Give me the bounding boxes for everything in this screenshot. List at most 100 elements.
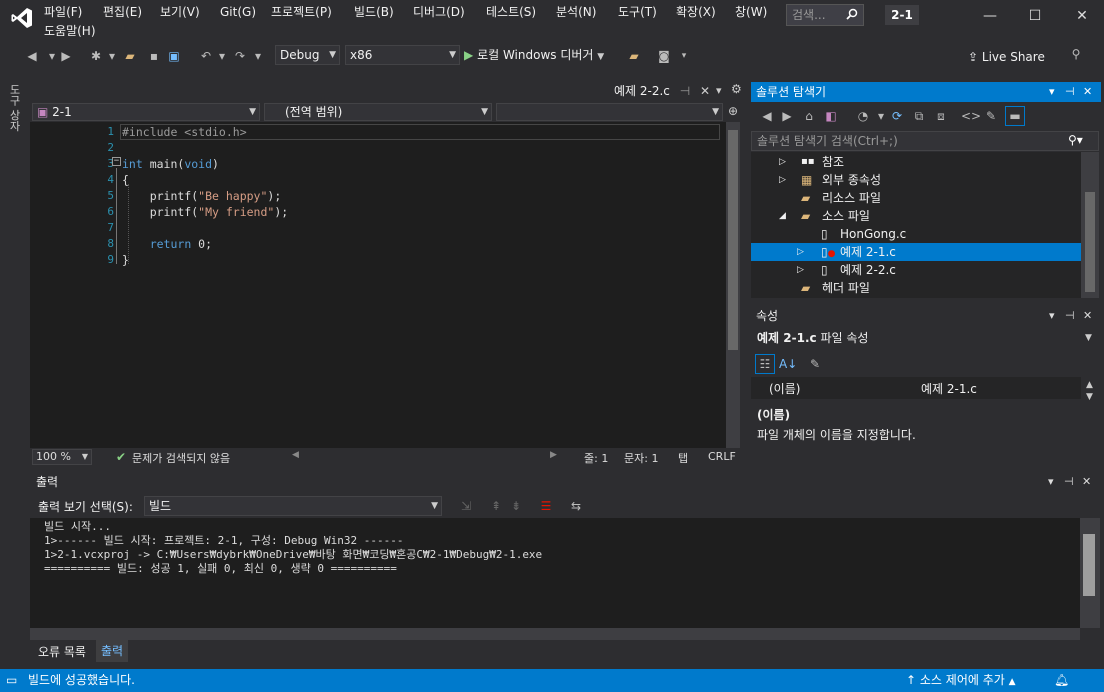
open-folder-icon[interactable]: ▰ [122,48,138,64]
close-icon[interactable]: ✕ [1082,472,1091,492]
find-message-icon[interactable]: ⇲ [458,498,474,514]
forward-icon[interactable]: ▶ [779,108,795,124]
menu-edit[interactable]: 편집(E) [103,3,142,21]
scroll-thumb[interactable] [1083,534,1095,596]
collapse-icon[interactable]: − [112,157,121,166]
menu-git[interactable]: Git(G) [220,3,256,21]
properties-object-select[interactable]: 예제 2-1.c 파일 속성 ▼ [751,327,1101,349]
expand-icon[interactable]: ▷ [797,261,804,279]
tab-example-2-2[interactable]: 예제 2-2.c ⊣ ✕ [610,82,715,100]
eol-indicator[interactable]: CRLF [708,450,736,463]
add-to-source-control-button[interactable]: ↑ 소스 제어에 추가 ▲ [906,669,1016,692]
back-icon[interactable]: ◀ [759,108,775,124]
menu-test[interactable]: 테스트(S) [486,3,536,21]
menu-tools[interactable]: 도구(T) [618,3,657,21]
close-icon[interactable]: ✕ [1083,82,1092,102]
output-horizontal-scrollbar[interactable] [30,628,1080,640]
close-icon[interactable]: ✕ [700,84,710,98]
output-source-select[interactable]: 빌드 ▼ [144,496,442,516]
menu-debug[interactable]: 디버그(D) [413,3,465,21]
expand-icon[interactable]: ▷ [779,153,786,171]
output-vertical-scrollbar[interactable] [1080,518,1100,628]
preview-icon[interactable]: ▬ [1005,106,1025,126]
tab-output[interactable]: 출력 [96,640,129,662]
feedback-icon[interactable]: ⚲ [1068,46,1084,62]
tree-item-header-files[interactable]: ▰ 헤더 파일 [751,279,1081,297]
menu-project[interactable]: 프로젝트(P) [271,3,332,21]
forward-icon[interactable]: ▶ [58,48,74,64]
home-icon[interactable]: ⌂ [801,108,817,124]
pin-icon[interactable]: ⊣ [680,84,690,98]
solution-tree-scrollbar[interactable] [1081,152,1099,298]
scope-select[interactable]: (전역 범위) ▼ [264,103,492,121]
menu-view[interactable]: 보기(V) [160,3,200,21]
code-editor[interactable]: 1 2 3 4 5 6 7 8 9 − #include <stdio.h> i… [30,122,726,448]
scroll-left-icon[interactable]: ◀ [292,450,299,460]
collapse-all-icon[interactable]: ⧉ [911,108,927,124]
expand-icon[interactable]: ▷ [797,243,804,261]
member-select[interactable]: ▼ [496,103,723,121]
minimize-icon[interactable]: — [980,6,1000,26]
tree-item-example-2-1[interactable]: ▷ ▯● 예제 2-1.c [751,243,1081,261]
expand-icon[interactable]: ▷ [779,171,786,189]
switch-views-icon[interactable]: ◧ [823,108,839,124]
clear-all-icon[interactable]: ☰ [538,498,554,514]
folder-icon[interactable]: ▰ [626,48,642,64]
menu-help[interactable]: 도움말(H) [44,22,96,40]
sync-icon[interactable]: ⟳ [889,108,905,124]
menu-build[interactable]: 빌드(B) [354,3,394,21]
tab-mode-indicator[interactable]: 탭 [678,450,688,466]
close-icon[interactable]: ✕ [1072,6,1092,26]
dropdown-icon[interactable]: ▾ [250,48,266,64]
gear-icon[interactable]: ⚙ [731,82,742,96]
tree-item-source-files[interactable]: ◢ ▰ 소스 파일 [751,207,1081,225]
property-value[interactable]: 예제 2-1.c [921,380,977,397]
next-message-icon[interactable]: ⇟ [508,498,524,514]
new-project-icon[interactable]: ✱ [88,48,104,64]
back-icon[interactable]: ◀ [24,48,40,64]
project-select[interactable]: ▣ 2-1 ▼ [32,103,260,121]
categorized-icon[interactable]: ☷ [755,354,775,374]
tree-item-hongong[interactable]: ▯ HonGong.c [751,225,1081,243]
close-icon[interactable]: ✕ [1083,306,1092,326]
tree-item-references[interactable]: ▷ ▪▪ 참조 [751,153,1081,171]
save-all-icon[interactable]: ▣ [166,48,182,64]
notifications-icon[interactable]: 🔔︎ [1054,669,1069,692]
search-icon[interactable]: ⚲▾ [1068,133,1083,147]
menu-extensions[interactable]: 확장(X) [676,3,716,21]
collapse-icon[interactable]: ◢ [779,207,786,225]
menu-file[interactable]: 파일(F) [44,3,82,21]
tab-error-list[interactable]: 오류 목록 [34,643,90,661]
pending-changes-icon[interactable]: ◔ [855,108,871,124]
previous-message-icon[interactable]: ⇞ [488,498,504,514]
menu-window[interactable]: 창(W) [735,3,767,21]
start-debugging-button[interactable]: ▶ 로컬 Windows 디버거 ▼ [464,45,604,65]
word-wrap-icon[interactable]: ⇆ [568,498,584,514]
property-pages-icon[interactable]: ✎ [807,356,823,372]
solution-explorer-search[interactable]: 솔루션 탐색기 검색(Ctrl+;) [751,131,1099,151]
tree-item-example-2-2[interactable]: ▷ ▯ 예제 2-2.c [751,261,1081,279]
show-all-files-icon[interactable]: ⧈ [933,108,949,124]
issues-status[interactable]: 문제가 검색되지 않음 [132,450,230,466]
scroll-down-icon[interactable]: ▼ [1086,392,1093,402]
pin-icon[interactable]: ⊣ [1064,472,1074,492]
alphabetical-icon[interactable]: A↓ [779,356,797,372]
tree-item-resource-files[interactable]: ▰ 리소스 파일 [751,189,1081,207]
screenshot-icon[interactable]: ◙ [656,48,672,64]
zoom-select[interactable]: 100 % ▼ [32,449,92,465]
dropdown-icon[interactable]: ▾ [716,84,722,97]
platform-select[interactable]: x86 ▼ [345,45,460,65]
wrench-icon[interactable]: ✎ [983,108,999,124]
dropdown-icon[interactable]: ▾ [1049,82,1055,102]
scroll-thumb[interactable] [1085,192,1095,292]
pin-icon[interactable]: ⊣ [1065,306,1075,326]
split-icon[interactable]: ⊕ [728,104,738,118]
dropdown-icon[interactable]: ▾ [214,48,230,64]
redo-icon[interactable]: ↷ [232,48,248,64]
output-text[interactable]: 빌드 시작... 1>------ 빌드 시작: 프로젝트: 2-1, 구성: … [30,518,1080,628]
toolbox-tab[interactable]: 도구 상자 [6,84,22,132]
editor-scroll-thumb[interactable] [728,130,738,350]
undo-icon[interactable]: ↶ [198,48,214,64]
dropdown-icon[interactable]: ▾ [873,108,889,124]
configuration-select[interactable]: Debug ▼ [275,45,340,65]
